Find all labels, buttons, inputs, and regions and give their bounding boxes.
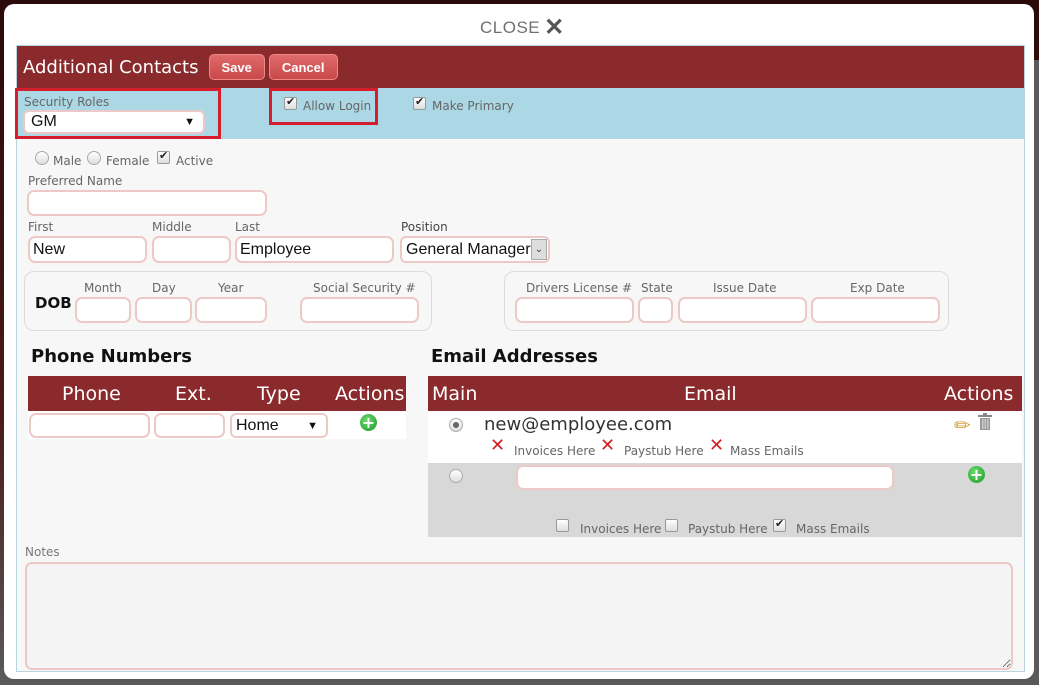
dob-title: DOB: [35, 294, 72, 312]
preferred-name-input[interactable]: [27, 190, 267, 216]
exp-date-label: Exp Date: [850, 281, 905, 295]
security-roles-value: GM: [31, 113, 57, 130]
phone-new-row: Home ▼ +: [28, 411, 406, 439]
ssn-input[interactable]: [300, 297, 419, 323]
active-label: Active: [176, 154, 214, 168]
notes-label: Notes: [25, 545, 60, 559]
delete-trash-icon[interactable]: [978, 413, 992, 430]
position-label: Position: [401, 220, 448, 234]
contact-form-panel: Additional Contacts Save Cancel Security…: [15, 45, 1025, 672]
cancel-button[interactable]: Cancel: [268, 54, 338, 80]
middle-name-input[interactable]: [152, 236, 231, 263]
add-email-icon[interactable]: +: [968, 466, 985, 483]
dropdown-arrow-icon: ▼: [184, 116, 195, 128]
email-main-radio[interactable]: [449, 418, 463, 432]
allow-login-checkbox[interactable]: [284, 95, 297, 110]
preferred-name-label: Preferred Name: [28, 174, 123, 188]
dob-day-input[interactable]: [135, 297, 192, 323]
new-paystub-checkbox[interactable]: [665, 519, 678, 532]
new-invoices-checkbox[interactable]: [556, 519, 569, 532]
phone-col-type: Type: [257, 382, 301, 405]
dob-month-label: Month: [84, 281, 122, 295]
make-primary-checkbox[interactable]: [413, 95, 426, 110]
paystub-disabled-icon: ✕: [600, 435, 616, 456]
roles-bar: Security Roles GM ▼ Allow Login Make Pri…: [15, 88, 1024, 139]
phone-col-actions: Actions: [335, 382, 405, 405]
female-label: Female: [106, 154, 150, 168]
new-paystub-label: Paystub Here: [688, 522, 768, 536]
close-x-icon: ✕: [544, 14, 565, 41]
state-label: State: [641, 281, 673, 295]
active-checkbox[interactable]: [157, 149, 170, 164]
phone-table-header: Phone Ext. Type Actions: [28, 376, 406, 411]
dob-year-input[interactable]: [195, 297, 267, 323]
mass-emails-disabled-icon: ✕: [709, 435, 725, 456]
male-label: Male: [53, 154, 82, 168]
security-roles-label: Security Roles: [24, 95, 110, 109]
email-col-main: Main: [432, 382, 478, 405]
last-name-input[interactable]: Employee: [235, 236, 394, 263]
drivers-license-input[interactable]: [515, 297, 634, 323]
additional-contacts-modal: CLOSE ✕ Additional Contacts Save Cancel …: [4, 4, 1034, 679]
issue-date-label: Issue Date: [713, 281, 777, 295]
form-title: Additional Contacts: [23, 56, 199, 78]
email-col-actions: Actions: [944, 382, 1014, 405]
issue-date-input[interactable]: [678, 297, 807, 323]
dob-fieldset: DOB Month Day Year Social Security #: [24, 271, 432, 331]
dropdown-arrow-icon: ▼: [307, 419, 318, 432]
close-label: CLOSE: [480, 18, 541, 37]
phone-numbers-title: Phone Numbers: [31, 346, 192, 367]
notes-textarea[interactable]: [25, 562, 1013, 670]
invoices-flag-label: Invoices Here: [514, 444, 596, 458]
dob-year-label: Year: [218, 281, 244, 295]
male-radio[interactable]: [35, 151, 49, 165]
female-radio[interactable]: [87, 151, 101, 165]
exp-date-input[interactable]: [811, 297, 940, 323]
middle-name-label: Middle: [152, 220, 192, 234]
ssn-label: Social Security #: [313, 281, 416, 295]
edit-pencil-icon[interactable]: ✏: [954, 413, 971, 437]
new-email-input[interactable]: [516, 465, 894, 490]
form-header: Additional Contacts Save Cancel: [17, 46, 1024, 88]
allow-login-label: Allow Login: [303, 99, 372, 113]
drivers-license-label: Drivers License #: [526, 281, 633, 295]
phone-type-select[interactable]: Home ▼: [230, 413, 328, 438]
phone-col-phone: Phone: [62, 382, 121, 405]
make-primary-label: Make Primary: [432, 99, 514, 113]
email-address: new@employee.com: [484, 414, 673, 435]
new-mass-emails-label: Mass Emails: [796, 522, 870, 536]
mass-emails-flag-label: Mass Emails: [730, 444, 804, 458]
chevron-down-icon: ⌄: [531, 239, 547, 260]
paystub-flag-label: Paystub Here: [624, 444, 704, 458]
new-invoices-label: Invoices Here: [580, 522, 662, 536]
ext-input[interactable]: [154, 413, 225, 438]
phone-input[interactable]: [29, 413, 150, 438]
email-row: new@employee.com ✕ Invoices Here ✕ Payst…: [428, 411, 1022, 463]
license-fieldset: Drivers License # State Issue Date Exp D…: [504, 271, 949, 331]
email-col-email: Email: [684, 382, 737, 405]
position-select[interactable]: General Manager ⌄: [400, 236, 550, 263]
email-new-row: + Invoices Here Paystub Here Mass Emails: [428, 463, 1022, 537]
add-phone-icon[interactable]: +: [360, 414, 377, 431]
first-name-value: New: [33, 240, 66, 258]
last-name-value: Employee: [240, 240, 312, 258]
email-new-main-radio[interactable]: [449, 469, 463, 483]
first-name-label: First: [28, 220, 54, 234]
dob-month-input[interactable]: [75, 297, 131, 323]
new-mass-emails-checkbox[interactable]: [773, 517, 786, 532]
position-value: General Manager: [406, 240, 531, 258]
phone-col-ext: Ext.: [175, 382, 212, 405]
close-button[interactable]: CLOSE ✕: [480, 14, 565, 41]
dob-day-label: Day: [152, 281, 176, 295]
save-button[interactable]: Save: [208, 54, 265, 80]
first-name-input[interactable]: New: [28, 236, 147, 263]
security-roles-select[interactable]: GM ▼: [23, 110, 205, 134]
state-input[interactable]: [638, 297, 673, 323]
email-addresses-title: Email Addresses: [431, 346, 598, 367]
phone-type-value: Home: [236, 416, 279, 434]
email-table-header: Main Email Actions: [428, 376, 1022, 411]
last-name-label: Last: [235, 220, 260, 234]
invoices-disabled-icon: ✕: [490, 435, 506, 456]
